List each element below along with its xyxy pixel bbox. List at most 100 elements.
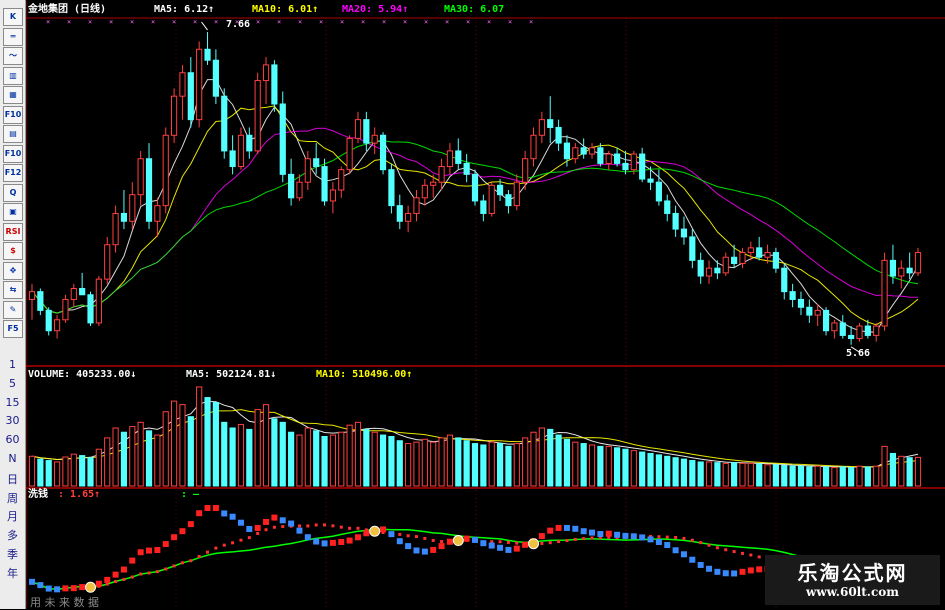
watermark: 乐淘公式网 www.60lt.com xyxy=(765,555,940,605)
indicator-dot xyxy=(757,555,761,559)
candle-body xyxy=(814,309,821,316)
indicator-block xyxy=(37,582,44,589)
candle-body xyxy=(831,322,838,332)
header-marker: × xyxy=(424,18,428,26)
volume-bar xyxy=(137,421,144,487)
period-10-button[interactable]: 季 xyxy=(0,546,25,562)
candle-body xyxy=(455,150,462,164)
candle-body xyxy=(129,194,136,222)
indicator-block xyxy=(438,543,445,550)
candle-body xyxy=(321,166,328,202)
candle-body xyxy=(797,298,805,308)
volume-bar xyxy=(28,455,36,487)
indicator-block xyxy=(263,518,270,525)
toolbar-dollar-button[interactable]: $ xyxy=(3,242,23,260)
header-marker: × xyxy=(403,18,407,26)
candle-body xyxy=(212,59,219,97)
toolbar-line-chart-button[interactable]: ═ xyxy=(3,27,23,46)
volume-ma5-label: MA5: 502124.81↓ xyxy=(186,369,276,380)
period-11-button[interactable]: 年 xyxy=(0,565,25,581)
toolbar-screen-button[interactable]: ▣ xyxy=(3,203,23,221)
period-2-button[interactable]: 15 xyxy=(0,396,25,409)
candle-body xyxy=(79,288,86,296)
indicator-dot xyxy=(707,543,711,547)
candle-body xyxy=(37,291,44,311)
candle-body xyxy=(279,103,286,175)
toolbar-grid-a-button[interactable]: ▥ xyxy=(3,66,23,85)
toolbar-f10-a-button[interactable]: F10 xyxy=(3,105,23,124)
indicator-block xyxy=(639,534,646,541)
toolbar-curve-button[interactable]: 〜 xyxy=(3,47,23,65)
candle-body xyxy=(664,200,671,214)
toolbar-f5-button[interactable]: F5 xyxy=(3,320,23,338)
volume-bar xyxy=(187,416,194,487)
volume-bar xyxy=(37,458,44,487)
toolbar-rsi-button[interactable]: RSI xyxy=(3,222,23,241)
indicator-value: : 1.65↑ xyxy=(58,489,100,500)
volume-bar xyxy=(814,465,821,487)
volume-bar xyxy=(388,435,395,487)
indicator-dot xyxy=(189,559,193,563)
indicator-dot xyxy=(682,536,686,540)
indicator-dot xyxy=(239,538,243,542)
volume-bar xyxy=(379,434,387,487)
toolbar-move-button[interactable]: ✥ xyxy=(3,261,23,280)
indicator-dot xyxy=(557,540,561,544)
indicator-block xyxy=(187,521,194,528)
volume-bar xyxy=(438,437,445,487)
toolbar-grid-b-button[interactable]: ▦ xyxy=(3,86,23,104)
volume-bar xyxy=(898,455,905,487)
toolbar-candle-button[interactable]: K xyxy=(3,8,23,26)
indicator-block xyxy=(380,526,387,533)
volume-bar xyxy=(605,445,612,487)
toolbar-f10-b-button[interactable]: F10 xyxy=(3,144,23,163)
candle-body xyxy=(680,228,688,238)
volume-bar xyxy=(889,452,897,487)
indicator-dot xyxy=(314,523,318,527)
period-5-button[interactable]: N xyxy=(0,452,25,465)
period-0-button[interactable]: 1 xyxy=(0,358,25,371)
indicator-block xyxy=(279,517,286,524)
left-toolbar: K ═ 〜 ▥ ▦ F10 ▤ F10 F12 Q ▣ RSI $ ✥ ⇆ ✎ F5 1 5 15 30 60 N 日周月多季… xyxy=(0,0,26,609)
period-8-button[interactable]: 月 xyxy=(0,508,25,524)
period-6-button[interactable]: 日 xyxy=(0,471,25,487)
indicator-block xyxy=(413,547,420,554)
indicator-block xyxy=(563,524,570,531)
candle-body xyxy=(588,147,596,155)
high-marker xyxy=(201,21,208,31)
indicator-block xyxy=(597,531,604,538)
volume-bar xyxy=(739,462,746,487)
indicator-extra: : — xyxy=(181,489,200,500)
stock-chart[interactable]: × × × × × × × × × × × × × × × × × × × × × × × × 金地集团 (日线) MA5: … xyxy=(26,0,945,609)
indicator-block xyxy=(304,534,311,541)
indicator-dot xyxy=(398,532,402,536)
volume-bar xyxy=(162,411,169,487)
indicator-block xyxy=(538,533,545,540)
indicator-block xyxy=(154,547,161,554)
period-9-button[interactable]: 多 xyxy=(0,527,25,543)
volume-bar xyxy=(547,428,554,487)
volume-bar xyxy=(129,426,136,487)
period-1-button[interactable]: 5 xyxy=(0,377,25,390)
volume-bar xyxy=(304,427,311,487)
header-marker: × xyxy=(151,18,155,26)
candle-body xyxy=(196,48,203,121)
toolbar-pencil-button[interactable]: ✎ xyxy=(3,300,23,319)
toolbar-report-button[interactable]: ▤ xyxy=(3,125,23,143)
period-3-button[interactable]: 30 xyxy=(0,414,25,427)
toolbar-query-button[interactable]: Q xyxy=(3,183,23,202)
header-marker: × xyxy=(529,18,533,26)
indicator-block xyxy=(254,524,261,531)
indicator-block xyxy=(614,531,621,538)
volume-bar xyxy=(831,467,838,487)
period-4-button[interactable]: 60 xyxy=(0,433,25,446)
candle-body xyxy=(881,259,888,327)
period-7-button[interactable]: 周 xyxy=(0,490,25,506)
toolbar-f12-button[interactable]: F12 xyxy=(3,164,23,182)
toolbar-swap-button[interactable]: ⇆ xyxy=(3,281,23,299)
indicator-dot xyxy=(431,538,435,542)
future-data-tab[interactable]: 用 未 来 数 据 xyxy=(30,594,99,610)
header-marker: × xyxy=(466,18,470,26)
indicator-block xyxy=(95,580,102,587)
indicator-dot xyxy=(406,534,410,538)
